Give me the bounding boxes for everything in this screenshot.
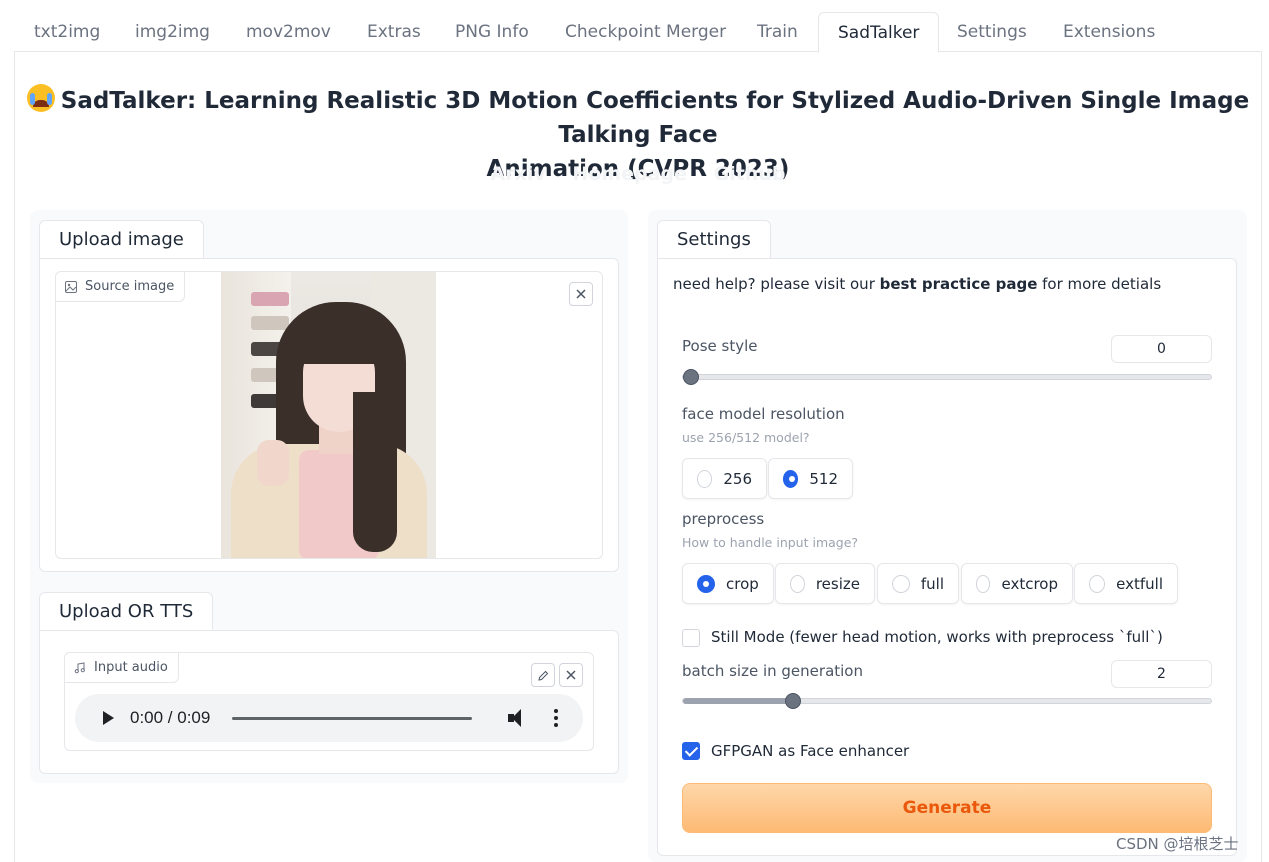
still-mode-label: Still Mode (fewer head motion, works wit… <box>711 628 1163 646</box>
watermark: CSDN @培根芝士 <box>1116 835 1239 853</box>
best-practice-link[interactable]: best practice page <box>880 275 1038 293</box>
batch-size-label: batch size in generation <box>682 662 863 680</box>
tab-train[interactable]: Train <box>757 12 798 52</box>
tab-upload-or-tts[interactable]: Upload OR TTS <box>39 592 214 630</box>
help-text: need help? please visit our best practic… <box>673 275 1162 293</box>
volume-icon[interactable] <box>508 709 528 727</box>
audio-player: 0:00 / 0:09 <box>75 694 583 742</box>
play-icon[interactable] <box>103 711 114 725</box>
more-vertical-icon[interactable] <box>554 709 559 727</box>
tab-checkpoint-merger[interactable]: Checkpoint Merger <box>565 12 726 52</box>
batch-size-slider-handle[interactable] <box>785 693 801 709</box>
tab-img2img[interactable]: img2img <box>135 12 210 52</box>
audio-seek-bar[interactable] <box>232 716 473 720</box>
arxiv-link[interactable]: Arxiv <box>491 163 546 185</box>
music-note-icon <box>74 661 85 673</box>
radio-512-dot <box>783 469 799 488</box>
face-resolution-hint: use 256/512 model? <box>682 430 810 445</box>
input-audio-label: Input audio <box>65 653 179 683</box>
preprocess-hint: How to handle input image? <box>682 535 859 550</box>
tab-extras[interactable]: Extras <box>367 12 421 52</box>
github-link[interactable]: Github <box>714 163 786 185</box>
tab-txt2img[interactable]: txt2img <box>34 12 100 52</box>
pencil-icon <box>537 670 548 681</box>
pose-style-slider[interactable] <box>682 369 1212 385</box>
face-resolution-label: face model resolution <box>682 405 845 423</box>
close-icon <box>576 289 586 299</box>
clear-image-button[interactable] <box>569 282 593 306</box>
radio-512[interactable]: 512 <box>768 458 853 499</box>
pose-style-slider-handle[interactable] <box>683 369 699 385</box>
tab-settings[interactable]: Settings <box>957 12 1027 52</box>
audio-time: 0:00 / 0:09 <box>130 708 211 727</box>
source-image-preview <box>221 272 436 558</box>
clear-audio-button[interactable] <box>559 663 583 687</box>
main-tab-bar: txt2img img2img mov2mov Extras PNG Info … <box>14 12 1262 53</box>
tab-settings-panel[interactable]: Settings <box>657 220 771 258</box>
crying-face-icon <box>26 84 55 112</box>
radio-256-dot <box>697 469 713 488</box>
radio-extfull[interactable]: extfull <box>1074 563 1178 604</box>
header-links: Arxiv Homepage Github <box>14 163 1262 185</box>
batch-size-input[interactable]: 2 <box>1111 660 1212 688</box>
radio-extfull-dot <box>1089 574 1106 593</box>
source-image-label: Source image <box>56 272 186 302</box>
preprocess-label: preprocess <box>682 510 765 528</box>
pose-style-input[interactable]: 0 <box>1111 335 1212 363</box>
image-icon <box>65 280 77 293</box>
radio-resize[interactable]: resize <box>775 563 875 604</box>
edit-audio-button[interactable] <box>531 663 555 687</box>
radio-256[interactable]: 256 <box>682 458 767 499</box>
radio-crop[interactable]: crop <box>682 563 774 604</box>
radio-resize-dot <box>790 574 805 593</box>
batch-size-slider[interactable] <box>682 693 1212 709</box>
generate-button[interactable]: Generate <box>682 783 1212 833</box>
tab-mov2mov[interactable]: mov2mov <box>246 12 331 52</box>
still-mode-checkbox[interactable] <box>682 629 700 647</box>
radio-crop-dot <box>697 574 715 593</box>
pose-style-label: Pose style <box>682 337 758 355</box>
tab-upload-image[interactable]: Upload image <box>39 220 204 258</box>
tab-png-info[interactable]: PNG Info <box>455 12 529 52</box>
gfpgan-label: GFPGAN as Face enhancer <box>711 742 910 760</box>
tab-sadtalker[interactable]: SadTalker <box>818 12 940 53</box>
radio-full-dot <box>892 574 910 593</box>
radio-extcrop-dot <box>976 574 991 593</box>
homepage-link[interactable]: Homepage <box>572 163 687 185</box>
tab-extensions[interactable]: Extensions <box>1063 12 1155 52</box>
close-icon <box>566 670 576 680</box>
radio-full[interactable]: full <box>877 563 959 604</box>
radio-extcrop[interactable]: extcrop <box>961 563 1073 604</box>
gfpgan-checkbox[interactable] <box>682 742 700 760</box>
